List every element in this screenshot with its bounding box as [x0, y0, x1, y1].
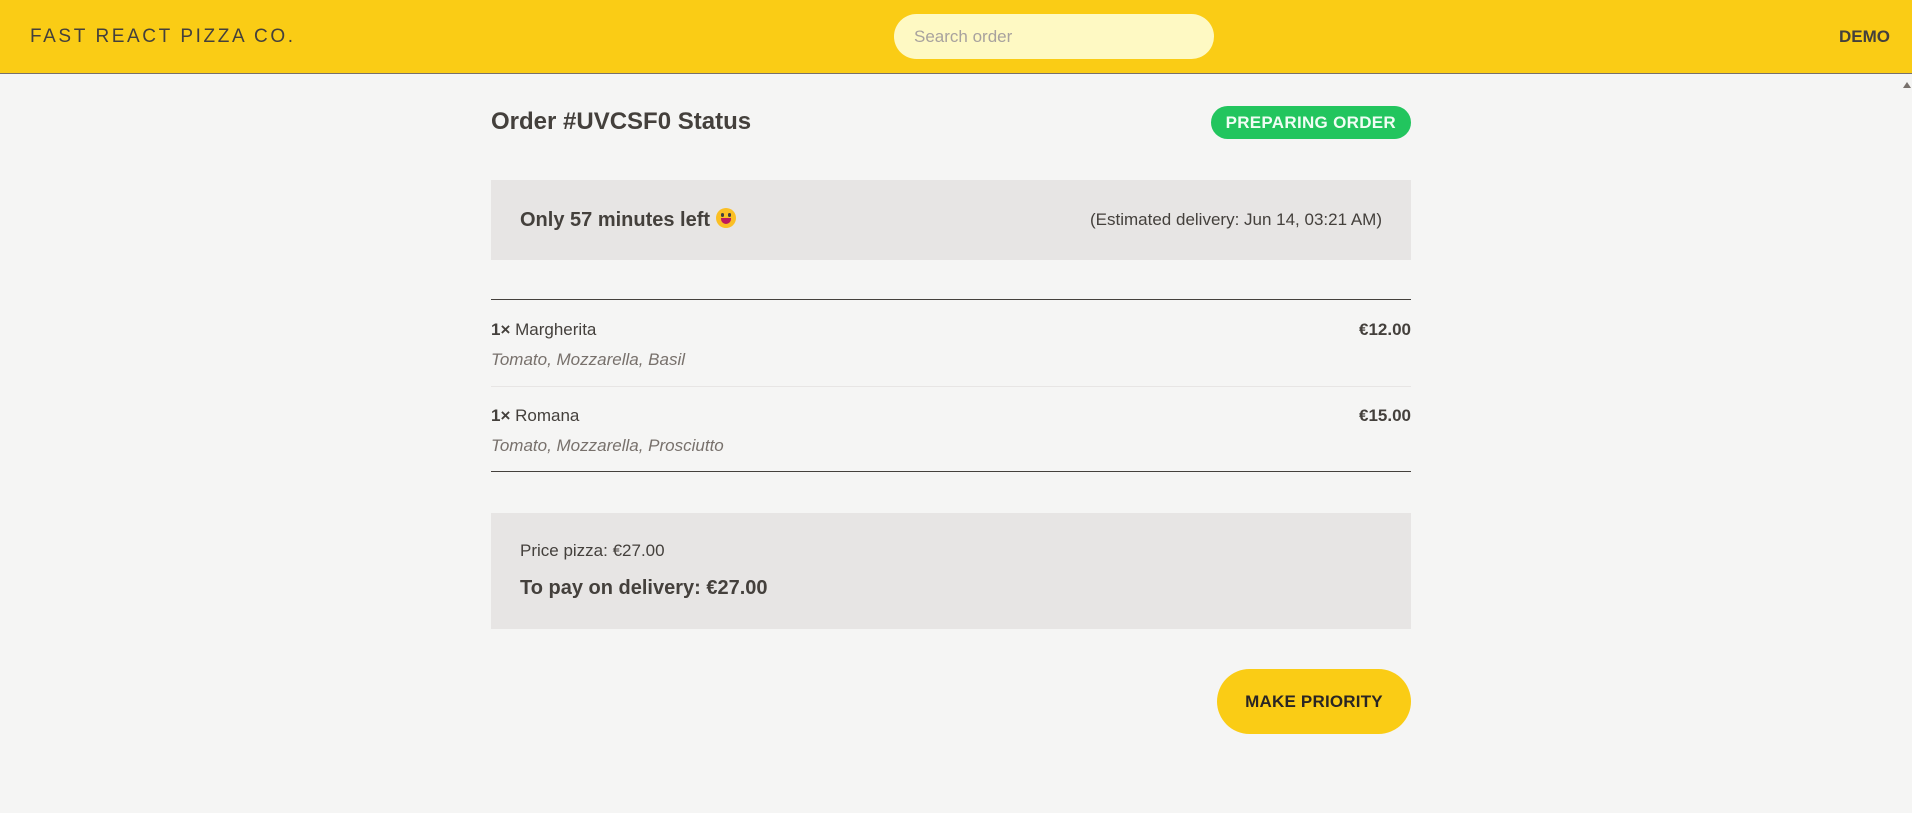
item-ingredients: Tomato, Mozzarella, Basil — [491, 350, 686, 369]
delivery-estimate-box: Only 57 minutes left (Estimated delivery… — [491, 180, 1411, 260]
logo-link[interactable]: FAST REACT PIZZA CO. — [30, 26, 296, 48]
item-quantity: 1× — [491, 406, 511, 425]
time-left-text: Only 57 minutes left — [520, 209, 711, 231]
list-item: 1× Romana €15.00 Tomato, Mozzarella, Pro… — [491, 386, 1411, 472]
scrollbar-up-arrow-icon[interactable] — [1902, 80, 1912, 90]
item-price: €15.00 — [1359, 406, 1411, 425]
item-name: Margherita — [515, 320, 597, 339]
order-title: Order #UVCSF0 Status — [491, 108, 752, 135]
time-left: Only 57 minutes left — [520, 208, 737, 232]
list-item: 1× Margherita €12.00 Tomato, Mozzarella,… — [491, 300, 1411, 387]
estimated-delivery: (Estimated delivery: Jun 14, 03:21 AM) — [1090, 210, 1382, 229]
make-priority-button[interactable]: MAKE PRIORITY — [1217, 669, 1411, 734]
grinning-face-emoji-icon — [716, 208, 737, 228]
price-pizza: Price pizza: €27.00 — [520, 541, 665, 560]
item-price: €12.00 — [1359, 320, 1411, 339]
item-name-line: 1× Romana — [491, 406, 579, 426]
order-items-list: 1× Margherita €12.00 Tomato, Mozzarella,… — [491, 299, 1411, 472]
item-ingredients: Tomato, Mozzarella, Prosciutto — [491, 436, 724, 455]
item-name: Romana — [515, 406, 580, 425]
item-quantity: 1× — [491, 320, 511, 339]
app-header: FAST REACT PIZZA CO. DEMO — [0, 0, 1912, 74]
search-order-input[interactable] — [894, 14, 1214, 59]
order-totals-box: Price pizza: €27.00 To pay on delivery: … — [491, 513, 1411, 629]
to-pay-on-delivery: To pay on delivery: €27.00 — [520, 577, 768, 599]
order-title-row: Order #UVCSF0 Status PREPARING ORDER — [491, 106, 1411, 140]
username: DEMO — [1839, 27, 1890, 46]
status-badge: PREPARING ORDER — [1210, 106, 1411, 139]
item-name-line: 1× Margherita — [491, 320, 596, 340]
